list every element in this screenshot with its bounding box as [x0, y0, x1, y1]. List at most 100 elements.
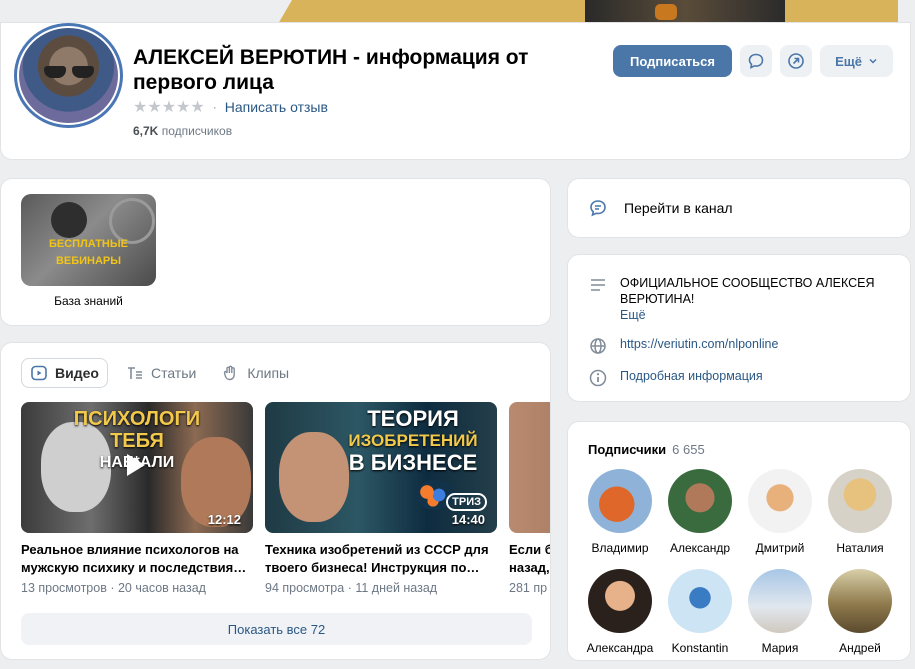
- subscriber-name: Александр: [669, 541, 731, 555]
- tab-clips-label: Клипы: [247, 365, 290, 381]
- website-link[interactable]: https://veriutin.com/nlponline: [620, 336, 778, 356]
- meta-separator: ·: [110, 581, 115, 595]
- subscriber-name: Konstantin: [671, 641, 729, 655]
- subscriber-item[interactable]: Андрей: [820, 569, 900, 655]
- media-card: Видео Статьи Клипы ПСИХОЛОГИ ТЕБЯ НАЕ*АЛ…: [0, 342, 551, 660]
- video-meta: 94 просмотра · 11 дней назад: [265, 581, 497, 595]
- thumbnail-caption-line1: ПСИХОЛОГИ: [73, 408, 201, 430]
- description-lines-icon: [591, 279, 605, 291]
- video-title[interactable]: Техника изобретений из СССР для твоего б…: [265, 541, 497, 577]
- video-duration: 12:12: [207, 512, 241, 527]
- thumbnail-caption-line1: БЕСПЛАТНЫЕ: [49, 238, 128, 250]
- subscribers-grid: Владимир Александр Дмитрий Наталия Алекс…: [580, 469, 900, 655]
- channel-link-card[interactable]: Перейти в канал: [567, 178, 911, 238]
- subscribers-count: 6,7K: [133, 124, 159, 138]
- show-all-videos-button[interactable]: Показать все 72: [21, 613, 532, 645]
- info-details-row[interactable]: Подробная информация: [588, 368, 763, 388]
- subscriber-name: Андрей: [839, 641, 881, 655]
- subscribe-button[interactable]: Подписаться: [613, 45, 732, 77]
- description-more-link[interactable]: Ещё: [620, 307, 875, 323]
- tab-video[interactable]: Видео: [21, 358, 108, 388]
- subscribers-title: Подписчики: [588, 442, 667, 457]
- video-title[interactable]: Если б назад,: [509, 541, 551, 577]
- subscriber-item[interactable]: Мария: [740, 569, 820, 655]
- subscribers-total: 6 655: [672, 442, 705, 457]
- write-review-link[interactable]: Написать отзыв: [225, 99, 328, 115]
- video-play-icon: [31, 365, 47, 381]
- share-button[interactable]: [780, 45, 812, 77]
- subscriber-name: Мария: [761, 641, 799, 655]
- subscriber-name: Наталия: [836, 541, 884, 555]
- thumbnail-person: [51, 202, 87, 238]
- subscribers-heading[interactable]: Подписчики 6 655: [588, 442, 705, 457]
- play-icon: [127, 454, 145, 476]
- subscriber-item[interactable]: Владимир: [580, 469, 660, 555]
- video-thumbnail[interactable]: [509, 402, 550, 533]
- subscriber-name: Владимир: [591, 541, 649, 555]
- video-list: ПСИХОЛОГИ ТЕБЯ НАЕ*АЛИ 12:12 Реальное вл…: [21, 402, 551, 595]
- video-views: 13 просмотров: [21, 581, 107, 595]
- cover-photo: [585, 0, 785, 24]
- more-menu-button[interactable]: Ещё: [820, 45, 893, 77]
- description-line2: ВЕРЮТИНА!: [620, 292, 695, 306]
- thumbnail-caption-line2: ИЗОБРЕТЕНИЙ: [348, 431, 478, 450]
- video-title-line1: Реальное влияние психологов на: [21, 542, 239, 557]
- video-meta: 13 просмотров · 20 часов назад: [21, 581, 253, 595]
- subscriber-item[interactable]: Наталия: [820, 469, 900, 555]
- knowledge-base-label[interactable]: База знаний: [21, 294, 156, 308]
- tab-clips[interactable]: Клипы: [214, 358, 297, 388]
- meta-separator: ·: [347, 581, 352, 595]
- video-title-line2: твоего бизнеса! Инструкция по…: [265, 560, 480, 575]
- thumbnail-caption-line3: В БИЗНЕСЕ: [348, 450, 478, 475]
- article-lines-icon: [127, 367, 142, 379]
- subscriber-item[interactable]: Konstantin: [660, 569, 740, 655]
- subscriber-item[interactable]: Дмитрий: [740, 469, 820, 555]
- details-link[interactable]: Подробная информация: [620, 368, 763, 388]
- video-item[interactable]: ПСИХОЛОГИ ТЕБЯ НАЕ*АЛИ 12:12 Реальное вл…: [21, 402, 253, 595]
- video-views: 94 просмотра: [265, 581, 345, 595]
- community-avatar[interactable]: [14, 23, 123, 128]
- media-tabs: Видео Статьи Клипы: [21, 358, 297, 388]
- channel-chat-icon: [590, 200, 606, 217]
- community-title: АЛЕКСЕЙ ВЕРЮТИН - информация от первого …: [133, 46, 529, 94]
- message-button[interactable]: [740, 45, 772, 77]
- subscribers-summary[interactable]: 6,7K подписчиков: [133, 124, 232, 138]
- description-line1: ОФИЦИАЛЬНОЕ СООБЩЕСТВО АЛЕКСЕЯ: [620, 276, 875, 290]
- chat-bubble-icon: [748, 53, 764, 69]
- avatar: [588, 569, 652, 633]
- video-item[interactable]: Если б назад, 281 пр: [509, 402, 551, 595]
- knowledge-base-card: БЕСПЛАТНЫЕ ВЕБИНАРЫ База знаний: [0, 178, 551, 326]
- avatar: [748, 469, 812, 533]
- rating-separator: ·: [212, 100, 217, 114]
- video-age: 11 дней назад: [355, 581, 438, 595]
- video-title-line1: Если б: [509, 542, 551, 557]
- tab-articles[interactable]: Статьи: [118, 358, 204, 388]
- channel-link-label: Перейти в канал: [624, 200, 733, 216]
- video-title[interactable]: Реальное влияние психологов на мужскую п…: [21, 541, 253, 577]
- thumbnail-caption: БЕСПЛАТНЫЕ ВЕБИНАРЫ: [21, 236, 156, 270]
- video-meta: 281 пр: [509, 581, 550, 595]
- subscribers-label: подписчиков: [161, 124, 233, 138]
- video-thumbnail[interactable]: ПСИХОЛОГИ ТЕБЯ НАЕ*АЛИ 12:12: [21, 402, 253, 533]
- subscriber-item[interactable]: Александра: [580, 569, 660, 655]
- cover-watch: [655, 4, 677, 20]
- globe-icon: [590, 338, 606, 354]
- share-arrow-icon: [788, 53, 804, 69]
- info-website-row[interactable]: https://veriutin.com/nlponline: [588, 336, 778, 356]
- more-button-label: Ещё: [835, 53, 862, 69]
- avatar: [668, 469, 732, 533]
- rating-stars[interactable]: ★★★★★: [133, 97, 205, 117]
- video-thumbnail[interactable]: ТЕОРИЯ ИЗОБРЕТЕНИЙ В БИЗНЕСЕ ТРИЗ 14:40: [265, 402, 497, 533]
- video-views: 281 пр: [509, 581, 548, 595]
- thumbnail-caption: ТЕОРИЯ ИЗОБРЕТЕНИЙ В БИЗНЕСЕ: [335, 408, 491, 474]
- tab-articles-label: Статьи: [150, 365, 197, 381]
- video-item[interactable]: ТЕОРИЯ ИЗОБРЕТЕНИЙ В БИЗНЕСЕ ТРИЗ 14:40 …: [265, 402, 497, 595]
- video-title-line2: мужскую психику и последствия…: [21, 560, 247, 575]
- chevron-down-icon: [869, 58, 877, 64]
- knowledge-base-thumbnail[interactable]: БЕСПЛАТНЫЕ ВЕБИНАРЫ: [21, 194, 156, 286]
- avatar-sunglasses: [44, 66, 94, 78]
- video-title-line2: назад,: [509, 560, 550, 575]
- info-description-row: ОФИЦИАЛЬНОЕ СООБЩЕСТВО АЛЕКСЕЯ ВЕРЮТИНА!…: [588, 275, 875, 323]
- video-duration: 14:40: [451, 512, 485, 527]
- subscriber-item[interactable]: Александр: [660, 469, 740, 555]
